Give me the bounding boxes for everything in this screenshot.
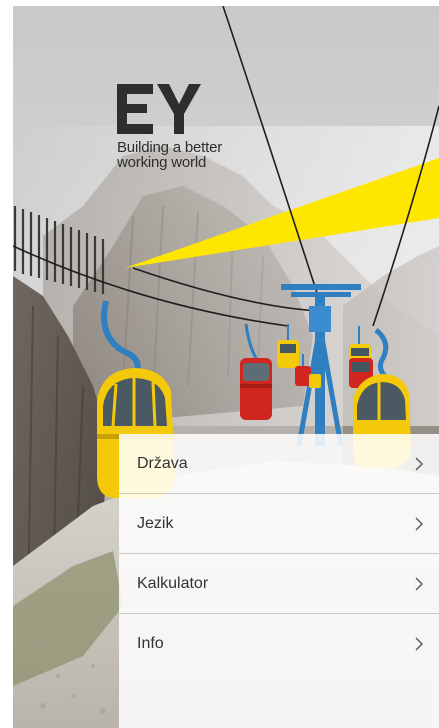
tagline-line-2: working world [117, 154, 207, 171]
chevron-right-icon [415, 577, 423, 590]
chevron-right-icon [415, 457, 423, 470]
chevron-right-icon [415, 517, 423, 530]
tagline-line-1: Building a better [117, 139, 223, 156]
menu-item-label: Država [137, 454, 188, 472]
menu-item-label: Info [137, 634, 164, 652]
app-screen: EY Building a better working world Držav… [13, 6, 439, 728]
menu-item-kalkulator[interactable]: Kalkulator [119, 554, 439, 614]
chevron-right-icon [415, 637, 423, 650]
ey-logo-mark: EY [117, 84, 201, 134]
menu-item-label: Kalkulator [137, 574, 209, 592]
main-menu: Država Jezik Kalkulator Info [119, 434, 439, 728]
ey-logo: EY Building a better working world [117, 82, 257, 170]
menu-item-drzava[interactable]: Država [119, 434, 439, 494]
menu-item-info[interactable]: Info [119, 614, 439, 673]
brand-tagline: Building a better working world [117, 140, 257, 170]
menu-item-label: Jezik [137, 514, 174, 532]
menu-item-jezik[interactable]: Jezik [119, 494, 439, 554]
